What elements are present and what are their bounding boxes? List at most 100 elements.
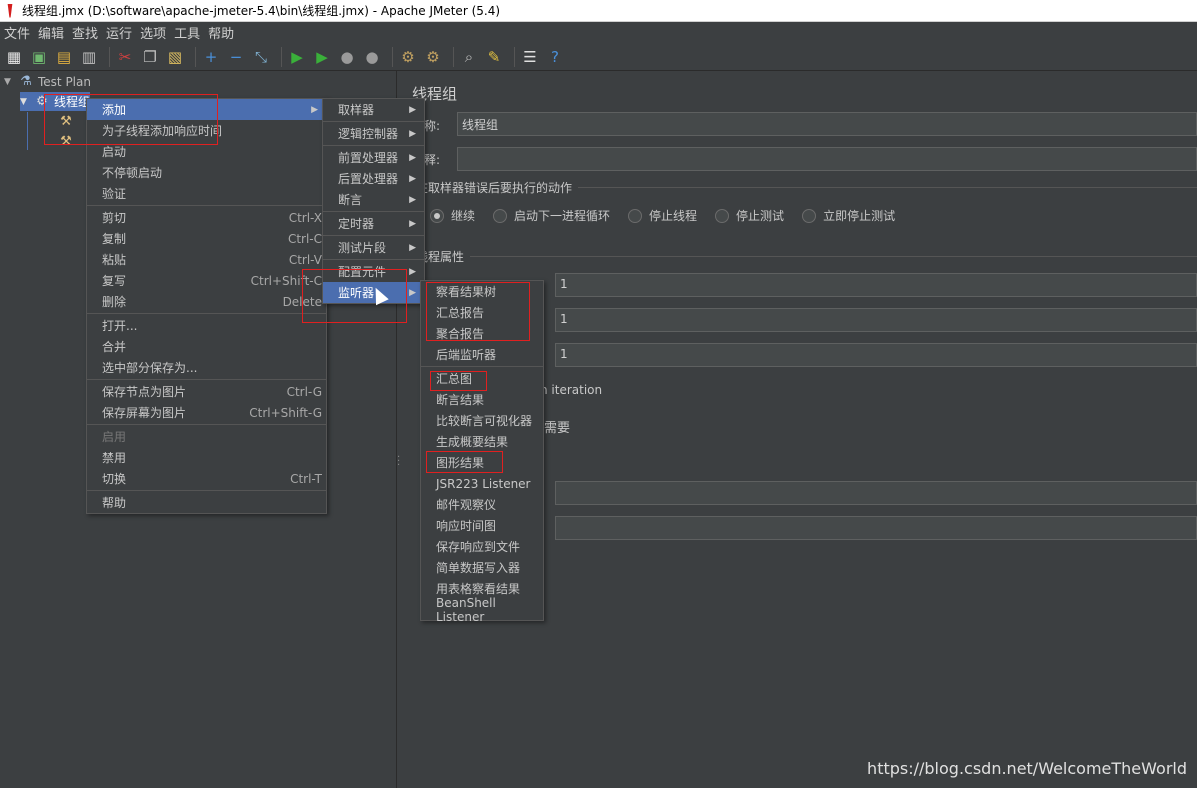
start-no-pause-icon[interactable]: ▶ (312, 47, 332, 67)
menu-item[interactable]: 比较断言可视化器 (421, 410, 543, 431)
threads-field[interactable]: 1 (555, 273, 1197, 297)
start-icon[interactable]: ▶ (287, 47, 307, 67)
search-icon[interactable]: ⌕ (459, 47, 479, 67)
menu-item[interactable]: 逻辑控制器 ▶ (323, 123, 424, 144)
expand-icon[interactable]: + (201, 47, 221, 67)
rampup-field[interactable]: 1 (555, 308, 1197, 332)
menu-item[interactable]: 复制 Ctrl-C (87, 228, 326, 249)
menu-item[interactable]: 后置处理器 ▶ (323, 168, 424, 189)
cut-icon[interactable]: ✂ (115, 47, 135, 67)
submenu-arrow-icon: ▶ (409, 287, 416, 298)
shutdown-icon[interactable]: ● (362, 47, 382, 67)
menu-item[interactable]: 取样器 ▶ (323, 99, 424, 120)
menu-item[interactable]: 验证 (87, 183, 326, 204)
open-icon[interactable]: ▤ (54, 47, 74, 67)
comment-field[interactable] (457, 147, 1197, 171)
radio-dot[interactable] (628, 208, 643, 223)
menu-item[interactable]: 保存节点为图片 Ctrl-G (87, 381, 326, 402)
toggle-icon[interactable]: ⤡ (251, 47, 271, 67)
menu-item[interactable]: 配置元件 ▶ (323, 261, 424, 282)
menu-item[interactable]: 聚合报告 (421, 323, 543, 344)
radio-stop-test-now[interactable]: 立即停止测试 (802, 207, 895, 224)
radio-stop-thread[interactable]: 停止线程 (628, 207, 697, 224)
menu-item[interactable]: 前置处理器 ▶ (323, 147, 424, 168)
menu-item[interactable]: 汇总报告 (421, 302, 543, 323)
reset-search-icon[interactable]: ✎ (484, 47, 504, 67)
menu-item[interactable]: 断言 ▶ (323, 189, 424, 210)
tree-node-thread-group[interactable]: ▼ ⚙ 线程组 (20, 92, 90, 111)
menu-item[interactable]: 响应时间图 (421, 515, 543, 536)
radio-dot[interactable] (715, 208, 730, 223)
menu-item[interactable]: 保存响应到文件 (421, 536, 543, 557)
splitter-grip-icon[interactable]: · · · (397, 453, 400, 471)
menu-options[interactable]: 选项 (140, 23, 166, 42)
duration-field[interactable] (555, 481, 1197, 505)
expand-arrow-icon[interactable]: ▼ (20, 97, 34, 107)
menu-item[interactable]: 帮助 (87, 492, 326, 513)
templates-icon[interactable]: ▣ (29, 47, 49, 67)
menu-item-label: 不停顿启动 (102, 166, 163, 180)
menu-separator (421, 366, 543, 367)
save-icon[interactable]: ▥ (79, 47, 99, 67)
menu-tools[interactable]: 工具 (174, 23, 200, 42)
menu-help[interactable]: 帮助 (208, 23, 234, 42)
menu-item[interactable]: 断言结果 (421, 389, 543, 410)
menu-item[interactable]: 为子线程添加响应时间 (87, 120, 326, 141)
menu-item[interactable]: 选中部分保存为... (87, 357, 326, 378)
tree-node-child[interactable]: ⚒ (58, 132, 78, 151)
menu-item[interactable]: 剪切 Ctrl-X (87, 207, 326, 228)
menu-run[interactable]: 运行 (106, 23, 132, 42)
menu-item[interactable]: 切换 Ctrl-T (87, 468, 326, 489)
menu-item[interactable]: 后端监听器 (421, 344, 543, 365)
clear-icon[interactable]: ⚙ (398, 47, 418, 67)
radio-dot[interactable] (802, 208, 817, 223)
help-icon[interactable]: ? (545, 47, 565, 67)
menu-item[interactable]: 启用 (87, 426, 326, 447)
menu-item[interactable]: JSR223 Listener (421, 473, 543, 494)
tree-node-child[interactable]: ⚒ (58, 112, 78, 131)
add-submenu: 取样器 ▶ 逻辑控制器 ▶ 前置处理器 ▶ 后置处理器 ▶ 断言 ▶ 定时器 ▶ 测试片段 ▶ 配置元件 ▶ 监… (322, 98, 425, 304)
menu-item[interactable]: 图形结果 (421, 452, 543, 473)
clear-all-icon[interactable]: ⚙ (423, 47, 443, 67)
loop-field[interactable]: 1 (555, 343, 1197, 367)
menu-item[interactable]: 生成概要结果 (421, 431, 543, 452)
radio-dot[interactable] (430, 208, 444, 223)
startup-delay-field[interactable] (555, 516, 1197, 540)
menu-item[interactable]: 汇总图 (421, 368, 543, 389)
menu-item[interactable]: BeanShell Listener (421, 596, 543, 624)
menu-file[interactable]: 文件 (4, 23, 30, 42)
menu-item[interactable]: 测试片段 ▶ (323, 237, 424, 258)
menu-item[interactable]: 粘贴 Ctrl-V (87, 249, 326, 270)
menu-search[interactable]: 查找 (72, 23, 98, 42)
menu-item[interactable]: 打开... (87, 315, 326, 336)
stop-icon[interactable]: ● (337, 47, 357, 67)
menu-item[interactable]: 邮件观察仪 (421, 494, 543, 515)
menu-item[interactable]: 定时器 ▶ (323, 213, 424, 234)
function-helper-icon[interactable]: ☰ (520, 47, 540, 67)
radio-start-next-loop[interactable]: 启动下一进程循环 (493, 207, 610, 224)
menu-item[interactable]: 合并 (87, 336, 326, 357)
menu-item[interactable]: 启动 (87, 141, 326, 162)
menu-item[interactable]: 保存屏幕为图片 Ctrl+Shift-G (87, 402, 326, 423)
name-field[interactable]: 线程组 (457, 112, 1197, 136)
menu-item[interactable]: 察看结果树 (421, 281, 543, 302)
menu-item[interactable]: 禁用 (87, 447, 326, 468)
expand-arrow-icon[interactable]: ▼ (4, 77, 18, 87)
collapse-icon[interactable]: − (226, 47, 246, 67)
copy-icon[interactable]: ❐ (140, 47, 160, 67)
radio-dot[interactable] (493, 208, 508, 223)
new-icon[interactable]: ▦ (4, 47, 24, 67)
tree-node-test-plan[interactable]: ▼ ⚗ Test Plan (4, 72, 394, 91)
menu-separator (323, 211, 424, 212)
menu-item[interactable]: 简单数据写入器 (421, 557, 543, 578)
radio-stop-test[interactable]: 停止测试 (715, 207, 784, 224)
menu-item[interactable]: 复写 Ctrl+Shift-C (87, 270, 326, 291)
menu-edit[interactable]: 编辑 (38, 23, 64, 42)
menu-item[interactable]: 不停顿启动 (87, 162, 326, 183)
paste-icon[interactable]: ▧ (165, 47, 185, 67)
submenu-arrow-icon: ▶ (409, 266, 416, 277)
radio-continue[interactable]: 继续 (430, 207, 475, 224)
menu-item[interactable]: 删除 Delete (87, 291, 326, 312)
menu-separator (87, 424, 326, 425)
menu-item[interactable]: 添加 ▶ (87, 99, 326, 120)
